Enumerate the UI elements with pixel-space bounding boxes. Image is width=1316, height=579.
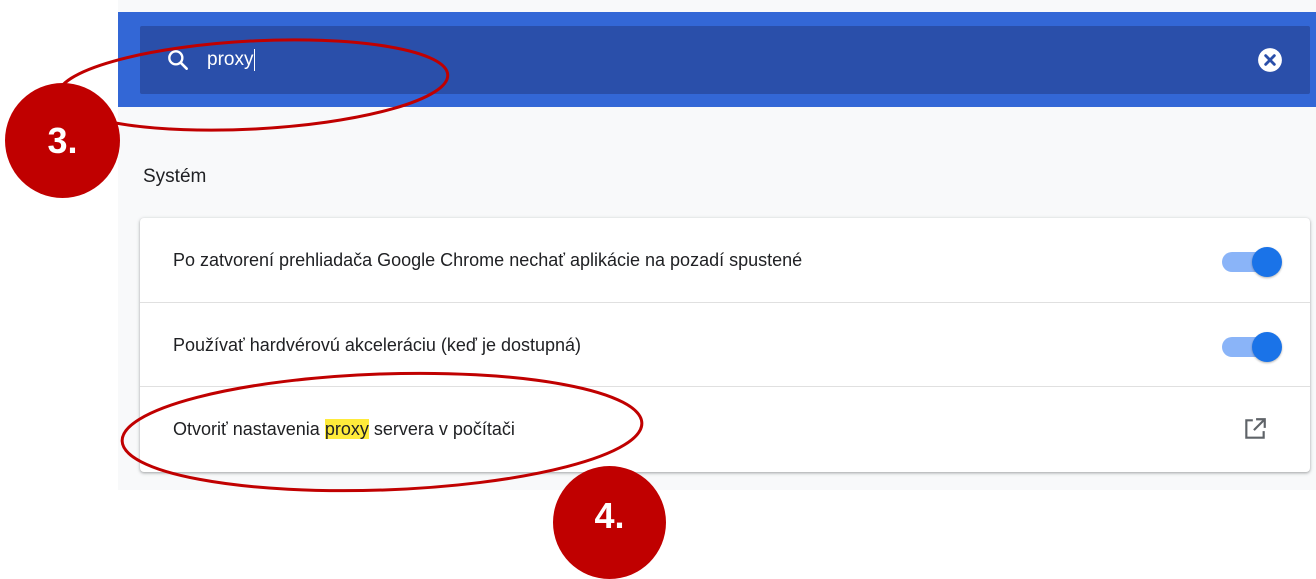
toggle-knob: [1252, 247, 1282, 277]
text-caret: [254, 48, 256, 71]
search-input[interactable]: proxy: [207, 46, 256, 74]
section-title-system: Systém: [143, 166, 207, 187]
proxy-label-after: servera v počítači: [368, 419, 515, 439]
setting-label-hardware-acceleration: Používať hardvérovú akceleráciu (keď je …: [173, 335, 582, 355]
close-circle-icon: [1258, 48, 1282, 72]
setting-row-background-apps[interactable]: Po zatvorení prehliadača Google Chrome n…: [140, 218, 1310, 302]
search-field[interactable]: [140, 26, 1310, 94]
search-icon: [168, 50, 188, 70]
setting-label-proxy: Otvoriť nastavenia proxy servera v počít…: [173, 387, 515, 471]
clear-search-button[interactable]: [1257, 47, 1283, 73]
setting-row-hardware-acceleration[interactable]: Používať hardvérovú akceleráciu (keď je …: [140, 302, 1310, 386]
proxy-search-highlight: proxy: [324, 419, 369, 439]
proxy-label-before: Otvoriť nastavenia: [173, 419, 325, 439]
open-proxy-settings-button[interactable]: [1242, 416, 1268, 442]
open-in-new-icon: [1245, 418, 1266, 439]
setting-row-proxy[interactable]: Otvoriť nastavenia proxy servera v počít…: [140, 386, 1310, 472]
search-query: proxy: [207, 49, 254, 70]
step-3-badge: 3.: [5, 83, 120, 198]
hardware-acceleration-toggle[interactable]: [1222, 332, 1282, 362]
setting-label-background-apps: Po zatvorení prehliadača Google Chrome n…: [173, 250, 803, 270]
toggle-knob: [1252, 332, 1282, 362]
background-apps-toggle[interactable]: [1222, 247, 1282, 277]
settings-card: Po zatvorení prehliadača Google Chrome n…: [140, 218, 1310, 472]
step-4-badge: 4.: [553, 466, 666, 579]
